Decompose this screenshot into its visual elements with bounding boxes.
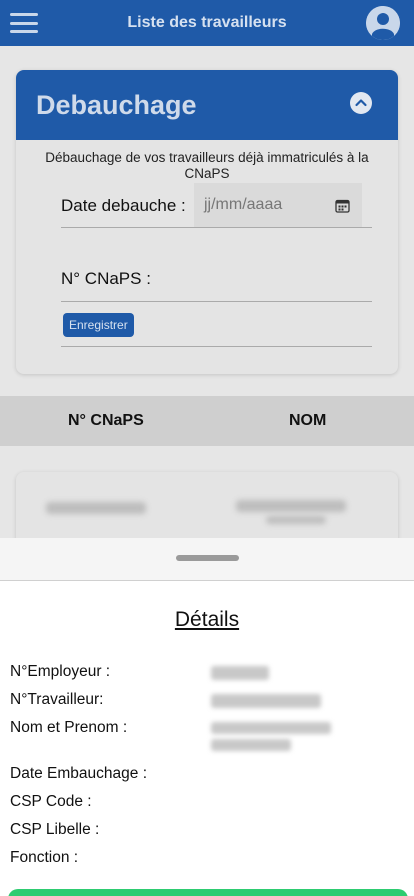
date-embauchage-label: Date Embauchage : xyxy=(10,765,148,782)
travailleur-value-redacted xyxy=(211,694,321,708)
page-title: Liste des travailleurs xyxy=(127,14,287,31)
cnaps-input-underline[interactable] xyxy=(61,301,372,302)
column-header-cnaps: N° CNaPS xyxy=(68,412,144,429)
csp-code-label: CSP Code : xyxy=(10,793,92,810)
action-button[interactable] xyxy=(8,889,408,896)
nom-prenom-value-redacted xyxy=(211,739,291,751)
blurred-value xyxy=(236,500,346,512)
debauchage-card: Debauchage Débauchage de vos travailleur… xyxy=(16,70,398,374)
blurred-value xyxy=(46,502,146,514)
calendar-icon[interactable] xyxy=(335,199,350,213)
date-debauche-label: Date debauche : xyxy=(61,196,186,215)
enregistrer-button[interactable]: Enregistrer xyxy=(63,313,134,337)
card-header: Debauchage xyxy=(16,70,398,140)
page-content: Debauchage Débauchage de vos travailleur… xyxy=(0,46,414,552)
date-placeholder: jj/mm/aaaa xyxy=(204,196,283,213)
details-bottom-sheet: Détails N°Employeur : N°Travailleur: Nom… xyxy=(0,538,414,896)
fonction-label: Fonction : xyxy=(10,849,79,866)
sheet-handle-area[interactable] xyxy=(0,538,414,581)
table-header: N° CNaPS NOM xyxy=(0,396,414,446)
csp-libelle-label: CSP Libelle : xyxy=(10,821,100,838)
column-header-nom: NOM xyxy=(289,412,327,429)
divider xyxy=(61,346,372,347)
nom-prenom-value-redacted xyxy=(211,722,331,734)
nom-prenom-label: Nom et Prenom : xyxy=(10,719,128,736)
employeur-value-redacted xyxy=(211,666,269,680)
card-title: Debauchage xyxy=(36,90,197,120)
employeur-label: N°Employeur : xyxy=(10,663,111,680)
card-description: Débauchage de vos travailleurs déjà imma… xyxy=(45,150,369,181)
chevron-up-icon[interactable] xyxy=(350,92,372,114)
sheet-title: Détails xyxy=(174,608,240,631)
blurred-value xyxy=(266,516,326,524)
date-debauche-input[interactable]: jj/mm/aaaa xyxy=(194,183,362,228)
app-bar: Liste des travailleurs xyxy=(0,0,414,46)
cnaps-label: N° CNaPS : xyxy=(61,269,151,288)
divider xyxy=(61,227,372,228)
user-avatar-icon[interactable] xyxy=(366,6,400,40)
drag-handle[interactable] xyxy=(176,555,239,561)
travailleur-label: N°Travailleur: xyxy=(10,691,104,708)
menu-icon[interactable] xyxy=(10,13,38,33)
